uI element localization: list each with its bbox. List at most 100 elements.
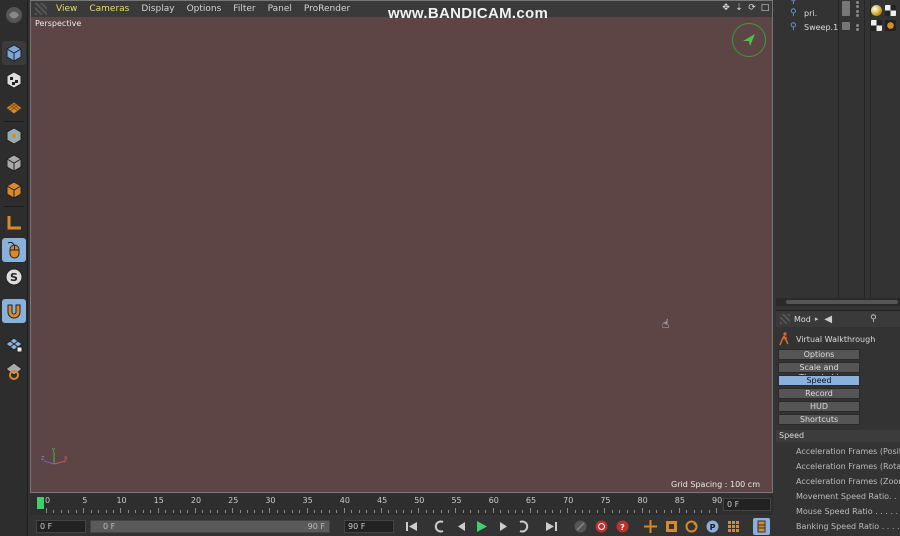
scale-key-icon[interactable] bbox=[663, 518, 680, 535]
grid-plane-icon[interactable] bbox=[2, 95, 26, 119]
timeline-tick bbox=[649, 510, 650, 513]
menu-prorender[interactable]: ProRender bbox=[298, 1, 356, 17]
visibility-dot-icon[interactable] bbox=[856, 10, 859, 13]
back-arrow-icon[interactable]: ◀ bbox=[824, 314, 832, 325]
next-key-icon[interactable] bbox=[515, 518, 532, 535]
timeline-tick bbox=[98, 510, 100, 513]
playhead[interactable] bbox=[37, 497, 44, 509]
menu-panel[interactable]: Panel bbox=[262, 1, 298, 17]
prev-frame-icon[interactable] bbox=[453, 518, 470, 535]
toolbar-grip-icon[interactable] bbox=[780, 314, 790, 324]
tool-name: Virtual Walkthrough bbox=[796, 334, 876, 344]
checker-tag-icon[interactable] bbox=[885, 5, 896, 16]
cube-icon[interactable] bbox=[2, 41, 26, 65]
visibility-dot-icon[interactable] bbox=[856, 14, 859, 17]
visibility-dot-icon[interactable] bbox=[856, 24, 859, 27]
texture-tag-icon[interactable] bbox=[885, 20, 896, 31]
parameter-key-icon[interactable]: P bbox=[704, 518, 721, 535]
timeline-tick bbox=[574, 510, 576, 513]
timeline-tick-label: 85 bbox=[674, 496, 685, 505]
object-manager-scrollbar[interactable] bbox=[776, 298, 900, 306]
maximize-view-icon[interactable]: □ bbox=[760, 3, 770, 13]
rotation-key-icon[interactable] bbox=[683, 518, 700, 535]
menu-filter[interactable]: Filter bbox=[227, 1, 261, 17]
timeline-tick bbox=[113, 510, 114, 513]
tab-shortcuts[interactable]: Shortcuts bbox=[778, 414, 860, 425]
timeline-tick-label: 5 bbox=[82, 496, 88, 505]
axis-l-icon[interactable] bbox=[2, 211, 26, 235]
timeline-tick bbox=[127, 510, 129, 513]
goto-start-icon[interactable] bbox=[403, 518, 420, 535]
autokey-icon[interactable] bbox=[593, 518, 610, 535]
toolbar-separator bbox=[4, 206, 24, 207]
timeline-tick bbox=[90, 510, 92, 513]
tab-hud[interactable]: HUD bbox=[778, 401, 860, 412]
visibility-dot-icon[interactable] bbox=[856, 28, 859, 31]
cinema4d-window: S View Cameras Display Options Filter Pa… bbox=[0, 0, 900, 536]
mode-menu[interactable]: Mod bbox=[794, 315, 811, 324]
rotate-view-icon[interactable]: ⟳ bbox=[747, 3, 757, 13]
mode-arrow-icon[interactable]: ▸ bbox=[815, 315, 819, 323]
start-frame-field[interactable]: 0 F bbox=[36, 520, 86, 533]
checker-cube-icon[interactable] bbox=[2, 68, 26, 92]
magnet-icon[interactable] bbox=[2, 299, 26, 323]
mouse-icon[interactable] bbox=[2, 238, 26, 262]
menu-view[interactable]: View bbox=[50, 1, 83, 17]
timeline-tick bbox=[395, 510, 397, 513]
visibility-flag-icon[interactable] bbox=[842, 8, 850, 16]
polygon-mode-icon[interactable] bbox=[2, 178, 26, 202]
tab-options[interactable]: Options bbox=[778, 349, 860, 360]
timeline[interactable]: 0 5 10 15 20 25 30 35 40 45 50 55 60 65 70 75 80 85 90 0 F bbox=[30, 494, 773, 515]
timeline-tick bbox=[366, 510, 368, 513]
tab-speed[interactable]: Speed bbox=[778, 375, 860, 386]
search-icon[interactable]: ⚲ bbox=[870, 314, 877, 324]
checker-tag-icon[interactable] bbox=[871, 20, 882, 31]
recording-watermark: www.BANDICAM.com bbox=[388, 5, 549, 22]
timeline-tick bbox=[678, 508, 680, 513]
goto-end-icon[interactable] bbox=[543, 518, 560, 535]
workplane-icon[interactable] bbox=[2, 359, 26, 383]
prev-key-icon[interactable] bbox=[431, 518, 448, 535]
timeline-tick bbox=[150, 510, 152, 513]
timeline-tick bbox=[462, 510, 464, 513]
move-view-icon[interactable]: ✥ bbox=[721, 3, 731, 13]
timeline-tick bbox=[388, 510, 390, 513]
current-frame-field[interactable]: 0 F bbox=[723, 498, 771, 511]
end-frame-field[interactable]: 90 F bbox=[344, 520, 394, 533]
model-mode-icon[interactable] bbox=[2, 124, 26, 148]
workplane-lock-icon[interactable] bbox=[2, 332, 26, 356]
material-tag-icon[interactable] bbox=[871, 5, 882, 16]
point-level-icon[interactable] bbox=[725, 518, 742, 535]
visibility-dot-icon[interactable] bbox=[856, 1, 859, 4]
keyframe-selection-icon[interactable]: ? bbox=[614, 518, 631, 535]
visibility-flag-icon[interactable] bbox=[842, 22, 850, 30]
tab-record[interactable]: Record bbox=[778, 388, 860, 399]
timeline-tick bbox=[291, 510, 293, 513]
menu-options[interactable]: Options bbox=[181, 1, 228, 17]
menu-display[interactable]: Display bbox=[135, 1, 180, 17]
record-keys-icon[interactable] bbox=[572, 518, 589, 535]
next-frame-icon[interactable] bbox=[495, 518, 512, 535]
zoom-view-icon[interactable]: ⇣ bbox=[734, 3, 744, 13]
visibility-dot-icon[interactable] bbox=[856, 5, 859, 8]
snap-s-icon[interactable]: S bbox=[2, 265, 26, 289]
menubar-grip-icon[interactable] bbox=[35, 3, 47, 15]
menu-cameras[interactable]: Cameras bbox=[83, 1, 135, 17]
timeline-tick bbox=[507, 510, 509, 513]
scrollbar-thumb[interactable] bbox=[786, 300, 898, 304]
object-mode-icon[interactable] bbox=[2, 151, 26, 175]
tab-scale-threshold[interactable]: Scale and Threshold bbox=[778, 362, 860, 382]
timeline-layout-icon[interactable] bbox=[753, 518, 770, 535]
timeline-tick bbox=[596, 510, 598, 513]
perspective-viewport[interactable]: View Cameras Display Options Filter Pane… bbox=[30, 0, 773, 493]
timeline-ruler[interactable]: 0 5 10 15 20 25 30 35 40 45 50 55 60 65 70 75 80 85 90 bbox=[38, 494, 722, 515]
navigation-gizmo-icon[interactable] bbox=[732, 23, 766, 57]
preview-range-slider[interactable]: 0 F 90 F bbox=[90, 520, 330, 533]
timeline-tick bbox=[582, 510, 583, 513]
column-divider bbox=[864, 0, 865, 298]
position-key-icon[interactable] bbox=[642, 518, 659, 535]
play-icon[interactable] bbox=[473, 518, 490, 535]
app-logo-icon[interactable] bbox=[2, 3, 26, 27]
axis-gizmo-icon: Y X Z bbox=[41, 448, 68, 465]
timeline-tick-label: 20 bbox=[190, 496, 202, 505]
